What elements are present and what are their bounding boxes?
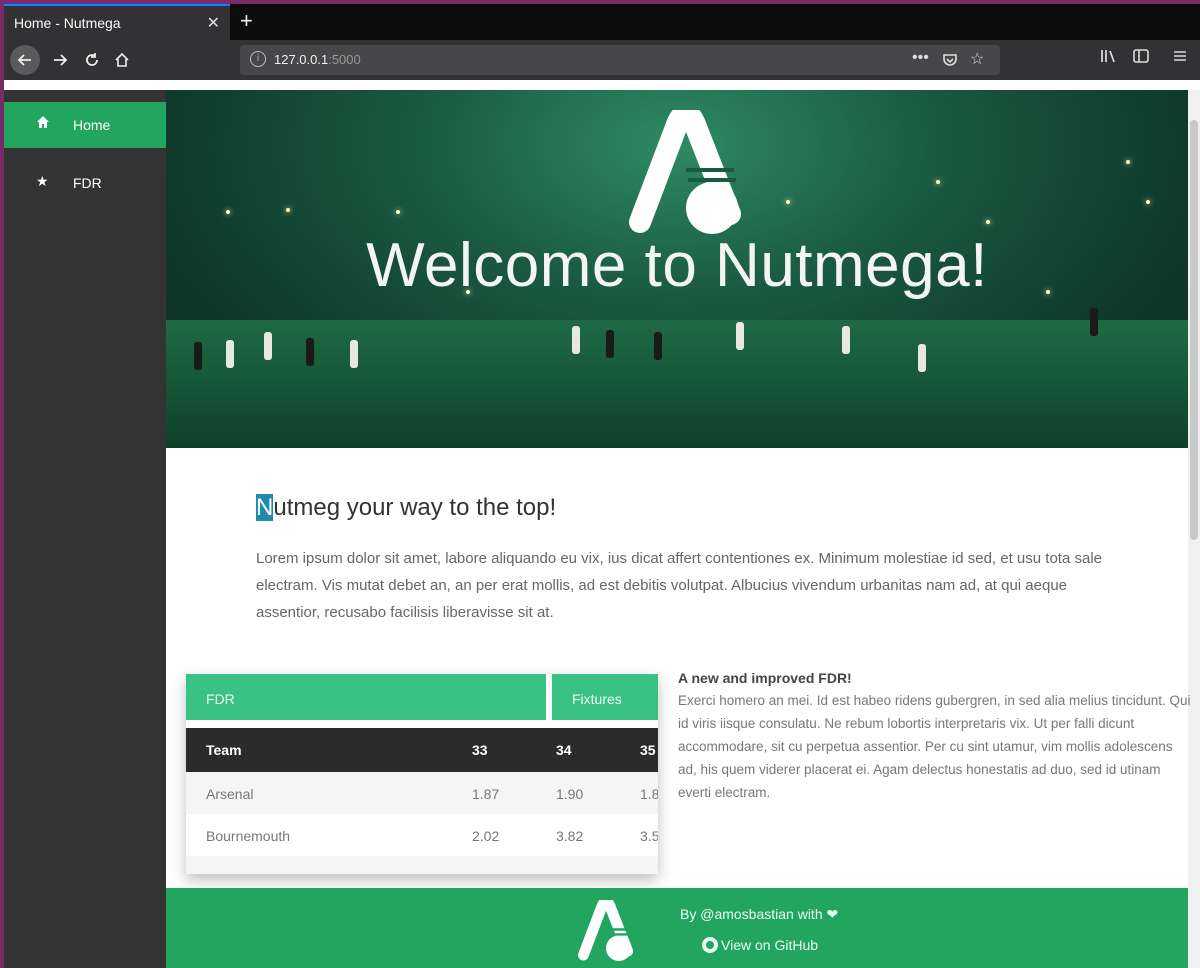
nav-bar: i 127.0.0.1:5000 ••• ☆ [4, 40, 1200, 80]
home-button[interactable] [110, 48, 134, 72]
column-header-team[interactable]: Team [206, 742, 242, 758]
fdr-value: 1.87 [472, 786, 500, 802]
sidebar-item-label: Home [73, 117, 111, 133]
library-icon[interactable] [1100, 48, 1118, 69]
reload-button[interactable] [80, 48, 104, 72]
fdr-value: 1.90 [556, 786, 584, 802]
fdr-value: 2.02 [472, 828, 500, 844]
url-text: 127.0.0.1:5000 [274, 52, 361, 67]
browser-window: Home - Nutmega ✕ + i 127.0.0.1:5000 ••• … [4, 4, 1200, 968]
sidebar-item-fdr[interactable]: ★ FDR [4, 160, 166, 206]
github-link-text: View on GitHub [721, 937, 819, 953]
menu-icon[interactable] [1172, 48, 1188, 69]
tab-bar: Home - Nutmega ✕ + [4, 4, 1200, 40]
column-header-33[interactable]: 33 [472, 742, 488, 758]
new-tab-button[interactable]: + [240, 8, 253, 34]
back-button[interactable] [10, 45, 40, 75]
back-arrow-icon [17, 54, 31, 66]
home-icon [36, 115, 50, 132]
table-row: Bournemouth 2.02 3.82 3.5 [186, 814, 658, 856]
intro-paragraph: Lorem ipsum dolor sit amet, labore aliqu… [256, 550, 1102, 621]
github-icon [702, 937, 718, 953]
table-row: Arsenal 1.87 1.90 1.8 [186, 772, 658, 814]
info-icon[interactable]: i [250, 51, 266, 67]
sidebar-toggle-icon[interactable] [1132, 48, 1150, 69]
intro-headline: Nutmeg your way to the top! [256, 494, 556, 522]
fdr-info-title: A new and improved FDR! [678, 670, 852, 686]
table-header: Team 33 34 35 [186, 728, 658, 772]
pocket-icon[interactable] [942, 49, 958, 73]
pitch-background [166, 320, 1188, 448]
url-host: 127.0.0.1 [274, 52, 329, 67]
hero-title: Welcome to Nutmega! [366, 231, 988, 300]
tab-fixtures[interactable]: Fixtures [552, 674, 658, 720]
fdr-table-card: FDR Fixtures Team 33 34 35 Arsenal 1.87 … [186, 674, 658, 874]
footer-author[interactable]: By @amosbastian with ❤ [680, 906, 838, 923]
page-top-strip [4, 80, 1200, 90]
sidebar: Home ★ FDR [4, 90, 166, 968]
tab-fdr[interactable]: FDR [186, 674, 546, 720]
fdr-value: 3.82 [556, 828, 584, 844]
sidebar-item-label: FDR [73, 175, 102, 191]
url-port: :5000 [328, 52, 361, 67]
forward-arrow-icon [54, 54, 68, 66]
page-scrollbar[interactable] [1188, 90, 1200, 968]
star-icon: ★ [36, 173, 49, 189]
fdr-value: 3.5 [640, 828, 658, 844]
github-link[interactable]: View on GitHub [702, 937, 818, 953]
close-tab-icon[interactable]: ✕ [207, 13, 220, 33]
headline-text: utmeg your way to the top! [273, 494, 557, 521]
forward-button[interactable] [48, 48, 72, 72]
fdr-value: 1.8 [640, 786, 658, 802]
page-actions-icon[interactable]: ••• [912, 49, 929, 67]
hero-banner: Welcome to Nutmega! [166, 90, 1188, 448]
reload-icon [86, 53, 98, 66]
sidebar-item-home[interactable]: Home [4, 102, 166, 148]
footer-logo [576, 896, 636, 967]
footer: By @amosbastian with ❤ View on GitHub [166, 888, 1188, 968]
team-name: Arsenal [206, 786, 254, 802]
team-name: Bournemouth [206, 828, 291, 844]
nutmega-logo [626, 103, 746, 241]
tab-title: Home - Nutmega [14, 15, 121, 31]
column-header-34[interactable]: 34 [556, 742, 572, 758]
bookmark-star-icon[interactable]: ☆ [970, 49, 984, 69]
scrollbar-thumb[interactable] [1190, 120, 1198, 540]
fdr-info-text: Exerci homero an mei. Id est habeo riden… [678, 693, 1191, 800]
url-bar[interactable]: i 127.0.0.1:5000 ••• ☆ [240, 45, 1000, 75]
browser-tab[interactable]: Home - Nutmega ✕ [4, 4, 230, 40]
table-row-partial [186, 856, 658, 874]
text-cursor-highlight: N [256, 494, 274, 521]
column-header-35[interactable]: 35 [640, 742, 656, 758]
home-outline-icon [115, 52, 129, 67]
